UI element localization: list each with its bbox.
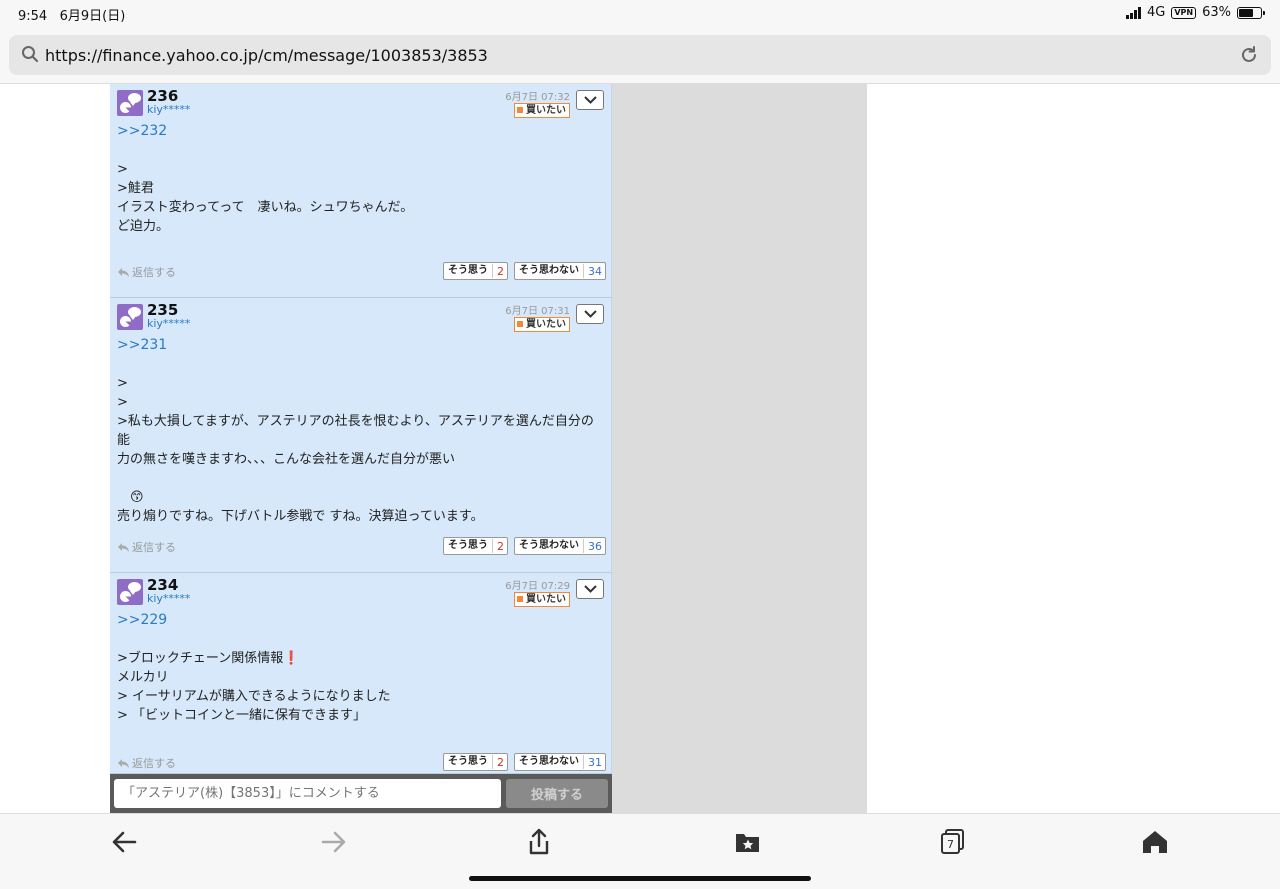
post-line: >ブロックチェーン関係情報❗ <box>117 651 300 666</box>
post-date: 6月7日 07:32 <box>505 92 570 103</box>
reply-button[interactable]: 返信する <box>117 539 176 555</box>
post-line: 😙 <box>117 490 144 505</box>
post-line: 売り煽りですね。下げバトル参戦で すね。決算迫っています。 <box>117 509 484 524</box>
post-menu-button[interactable] <box>576 90 604 110</box>
post-line: > イーサリアムが購入できるようになりました <box>117 689 391 704</box>
agree-button[interactable]: そう思う 2 <box>443 753 508 771</box>
post-menu-button[interactable] <box>576 579 604 599</box>
reply-button[interactable]: 返信する <box>117 755 176 771</box>
browser-address-area: https://finance.yahoo.co.jp/cm/message/1… <box>0 26 1280 84</box>
agree-button[interactable]: そう思う 2 <box>443 537 508 555</box>
forward-arrow-icon[interactable] <box>318 828 348 856</box>
web-page: 236 kiy***** 6月7日 07:32 買いたい >>232 > >鮭君… <box>0 84 1280 813</box>
avatar[interactable] <box>117 579 143 605</box>
message-feed[interactable]: 236 kiy***** 6月7日 07:32 買いたい >>232 > >鮭君… <box>110 84 612 813</box>
post-line <box>117 141 603 160</box>
avatar[interactable] <box>117 90 143 116</box>
post-line: > 「ビットコインと一緒に保有できます」 <box>117 708 367 723</box>
post-username[interactable]: kiy***** <box>147 103 190 116</box>
avatar[interactable] <box>117 304 143 330</box>
post-line: メルカリ <box>117 670 169 685</box>
back-arrow-icon[interactable] <box>110 828 140 856</box>
post-line <box>117 355 603 374</box>
home-icon[interactable] <box>1140 828 1170 856</box>
post-line: > <box>117 162 128 177</box>
tabs-icon[interactable]: 7 <box>938 828 968 856</box>
address-bar[interactable]: https://finance.yahoo.co.jp/cm/message/1… <box>9 35 1271 75</box>
post-username[interactable]: kiy***** <box>147 317 190 330</box>
sentiment-badge: 買いたい <box>514 103 570 118</box>
post-body: >>232 > >鮭君 イラスト変わってって 凄いね。シュワちゃんだ。 ど迫力。 <box>117 122 603 236</box>
status-bar: 9:54 6月9日(日) 4G VPN 63% <box>0 0 1280 26</box>
side-gray-column <box>612 84 867 813</box>
post-line: イラスト変わってって 凄いね。シュワちゃんだ。 <box>117 200 414 215</box>
post-line: > <box>117 376 128 391</box>
tabs-count: 7 <box>947 838 954 851</box>
post-body: >>229 >ブロックチェーン関係情報❗ メルカリ > イーサリアムが購入できる… <box>117 611 603 725</box>
agree-button[interactable]: そう思う 2 <box>443 262 508 280</box>
reply-icon <box>118 759 129 768</box>
status-right: 4G VPN 63% <box>1125 5 1265 20</box>
reload-icon[interactable] <box>1239 45 1259 69</box>
battery-percent: 63% <box>1202 5 1231 20</box>
sentiment-badge: 買いたい <box>514 317 570 332</box>
post-line: 力の無さを嘆きますわ、、、こんな会社を選んだ自分が悪い <box>117 452 456 467</box>
post-line <box>117 469 603 488</box>
sentiment-badge: 買いたい <box>514 592 570 607</box>
comment-input[interactable] <box>114 779 501 808</box>
post-reference-link[interactable]: >>232 <box>117 122 603 141</box>
status-time: 9:54 <box>18 9 48 24</box>
message-post: 235 kiy***** 6月7日 07:31 買いたい >>231 > > >… <box>110 298 612 573</box>
post-submit-button[interactable]: 投稿する <box>506 779 608 808</box>
browser-toolbar: 7 <box>0 813 1280 889</box>
message-post: 234 kiy***** 6月7日 07:29 買いたい >>229 >ブロック… <box>110 573 612 774</box>
post-line: ど迫力。 <box>117 219 170 234</box>
post-reference-link[interactable]: >>229 <box>117 611 603 630</box>
disagree-button[interactable]: そう思わない 34 <box>514 262 606 280</box>
reply-button[interactable]: 返信する <box>117 264 176 280</box>
post-reference-link[interactable]: >>231 <box>117 336 603 355</box>
post-line: >私も大損してますが、アステリアの社長を恨むより、アステリアを選んだ自分の能 <box>117 414 594 448</box>
vpn-badge: VPN <box>1171 6 1197 19</box>
battery-fill <box>1239 8 1254 17</box>
search-icon <box>21 45 39 67</box>
post-line <box>117 630 603 649</box>
message-post: 236 kiy***** 6月7日 07:32 買いたい >>232 > >鮭君… <box>110 84 612 298</box>
post-body: >>231 > > >私も大損してますが、アステリアの社長を恨むより、アステリア… <box>117 336 603 526</box>
reply-icon <box>118 268 129 277</box>
post-date: 6月7日 07:29 <box>505 581 570 592</box>
status-time-date: 9:54 6月9日(日) <box>18 5 125 24</box>
battery-icon <box>1237 6 1265 19</box>
post-username[interactable]: kiy***** <box>147 592 190 605</box>
status-date: 6月9日(日) <box>59 9 126 24</box>
reply-icon <box>118 543 129 552</box>
home-indicator <box>469 876 811 881</box>
bookmarks-folder-icon[interactable] <box>733 828 763 856</box>
post-line: >鮭君 <box>117 181 154 196</box>
url-text[interactable]: https://finance.yahoo.co.jp/cm/message/1… <box>45 46 488 65</box>
post-date: 6月7日 07:31 <box>505 306 570 317</box>
disagree-button[interactable]: そう思わない 31 <box>514 753 606 771</box>
signal-icon <box>1125 6 1141 19</box>
comment-composer: 投稿する <box>110 774 612 813</box>
post-line: > <box>117 395 128 410</box>
disagree-button[interactable]: そう思わない 36 <box>514 537 606 555</box>
post-menu-button[interactable] <box>576 304 604 324</box>
network-type: 4G <box>1146 5 1166 20</box>
share-icon[interactable] <box>524 828 554 856</box>
